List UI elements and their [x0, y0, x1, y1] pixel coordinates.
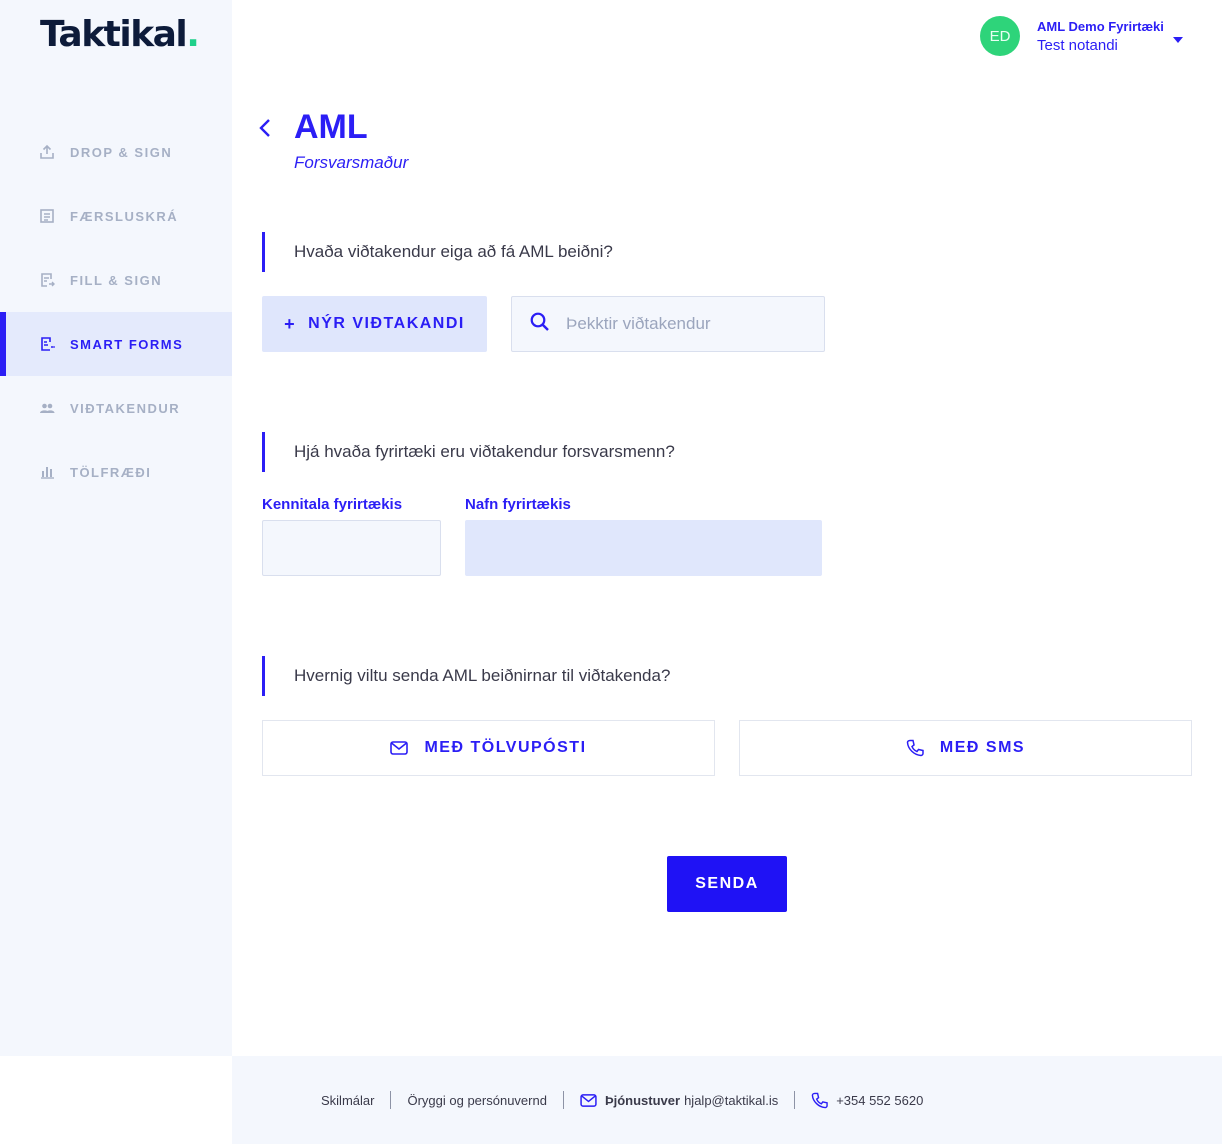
back-arrow-icon[interactable] — [258, 118, 272, 143]
avatar: ED — [980, 16, 1020, 56]
send-by-email-label: MEÐ TÖLVUPÓSTI — [424, 739, 587, 756]
company-name-field[interactable] — [465, 520, 822, 576]
footer: Skilmálar Öryggi og persónuvernd Þjónust… — [232, 1056, 1222, 1144]
upload-icon — [38, 143, 56, 161]
sidebar-item-tolfraedi[interactable]: TÖLFRÆÐI — [0, 440, 232, 504]
people-icon — [38, 399, 56, 417]
sidebar-item-label: DROP & SIGN — [70, 144, 173, 160]
footer-divider — [390, 1091, 392, 1109]
sidebar-item-label: FÆRSLUSKRÁ — [70, 208, 179, 224]
known-recipients-search — [511, 296, 825, 352]
document-list-icon — [38, 207, 56, 225]
company-name-label: Nafn fyrirtækis — [465, 496, 571, 513]
kennitala-label: Kennitala fyrirtækis — [262, 496, 403, 513]
sidebar-item-label: FILL & SIGN — [70, 272, 163, 288]
taktikal-logo[interactable]: Taktikal. — [40, 14, 200, 55]
user-info: AML Demo Fyrirtæki Test notandi — [1037, 19, 1164, 54]
footer-support-link[interactable]: Þjónustuver hjalp@taktikal.is — [580, 1093, 778, 1108]
delivery-question: Hvernig viltu senda AML beiðnirnar til v… — [262, 656, 862, 696]
envelope-icon — [390, 741, 409, 755]
fill-document-icon — [38, 271, 56, 289]
sidebar-item-label: SMART FORMS — [70, 336, 184, 352]
footer-phone: +354 552 5620 — [836, 1092, 924, 1108]
new-recipient-button[interactable]: + NÝR VIÐTAKANDI — [262, 296, 487, 352]
user-company: AML Demo Fyrirtæki — [1037, 18, 1164, 34]
footer-support-email: hjalp@taktikal.is — [684, 1092, 779, 1108]
page-title: AML — [294, 108, 368, 146]
search-icon — [530, 312, 550, 337]
footer-divider — [562, 1091, 564, 1109]
page-subtitle: Forsvarsmaður — [294, 153, 409, 172]
send-button[interactable]: SENDA — [667, 856, 787, 912]
company-question: Hjá hvaða fyrirtæki eru viðtakendur fors… — [262, 432, 862, 472]
footer-privacy-link[interactable]: Öryggi og persónuvernd — [407, 1093, 546, 1108]
smart-form-icon — [38, 335, 56, 353]
sidebar-item-smart-forms[interactable]: SMART FORMS — [0, 312, 232, 376]
sidebar-item-fill-sign[interactable]: FILL & SIGN — [0, 248, 232, 312]
phone-icon — [906, 739, 924, 757]
send-by-sms-button[interactable]: MEÐ SMS — [739, 720, 1192, 776]
sidebar-item-faersluskra[interactable]: FÆRSLUSKRÁ — [0, 184, 232, 248]
sidebar-item-label: TÖLFRÆÐI — [70, 464, 152, 480]
search-input[interactable] — [566, 314, 816, 334]
sidebar: Taktikal. DROP & SIGN FÆRSLUSKRÁ FILL & … — [0, 0, 232, 1056]
send-by-sms-label: MEÐ SMS — [939, 739, 1026, 756]
user-menu[interactable]: ED AML Demo Fyrirtæki Test notandi — [980, 16, 1183, 56]
footer-support-label: Þjónustuver — [604, 1092, 681, 1108]
bar-chart-icon — [38, 463, 56, 481]
user-name: Test notandi — [1037, 36, 1118, 54]
footer-divider — [794, 1091, 796, 1109]
plus-icon: + — [284, 313, 297, 334]
footer-phone-link[interactable]: +354 552 5620 — [811, 1092, 923, 1109]
phone-icon — [811, 1092, 828, 1108]
recipients-question: Hvaða viðtakendur eiga að fá AML beiðni? — [262, 232, 862, 272]
footer-terms-link[interactable]: Skilmálar — [321, 1093, 374, 1108]
envelope-icon — [580, 1093, 597, 1107]
caret-down-icon[interactable] — [1173, 31, 1183, 49]
new-recipient-label: NÝR VIÐTAKANDI — [308, 315, 465, 332]
send-by-email-button[interactable]: MEÐ TÖLVUPÓSTI — [262, 720, 715, 776]
kennitala-field[interactable] — [262, 520, 441, 576]
sidebar-item-vidtakendur[interactable]: VIÐTAKENDUR — [0, 376, 232, 440]
sidebar-item-label: VIÐTAKENDUR — [70, 400, 181, 416]
sidebar-item-drop-sign[interactable]: DROP & SIGN — [0, 120, 232, 184]
